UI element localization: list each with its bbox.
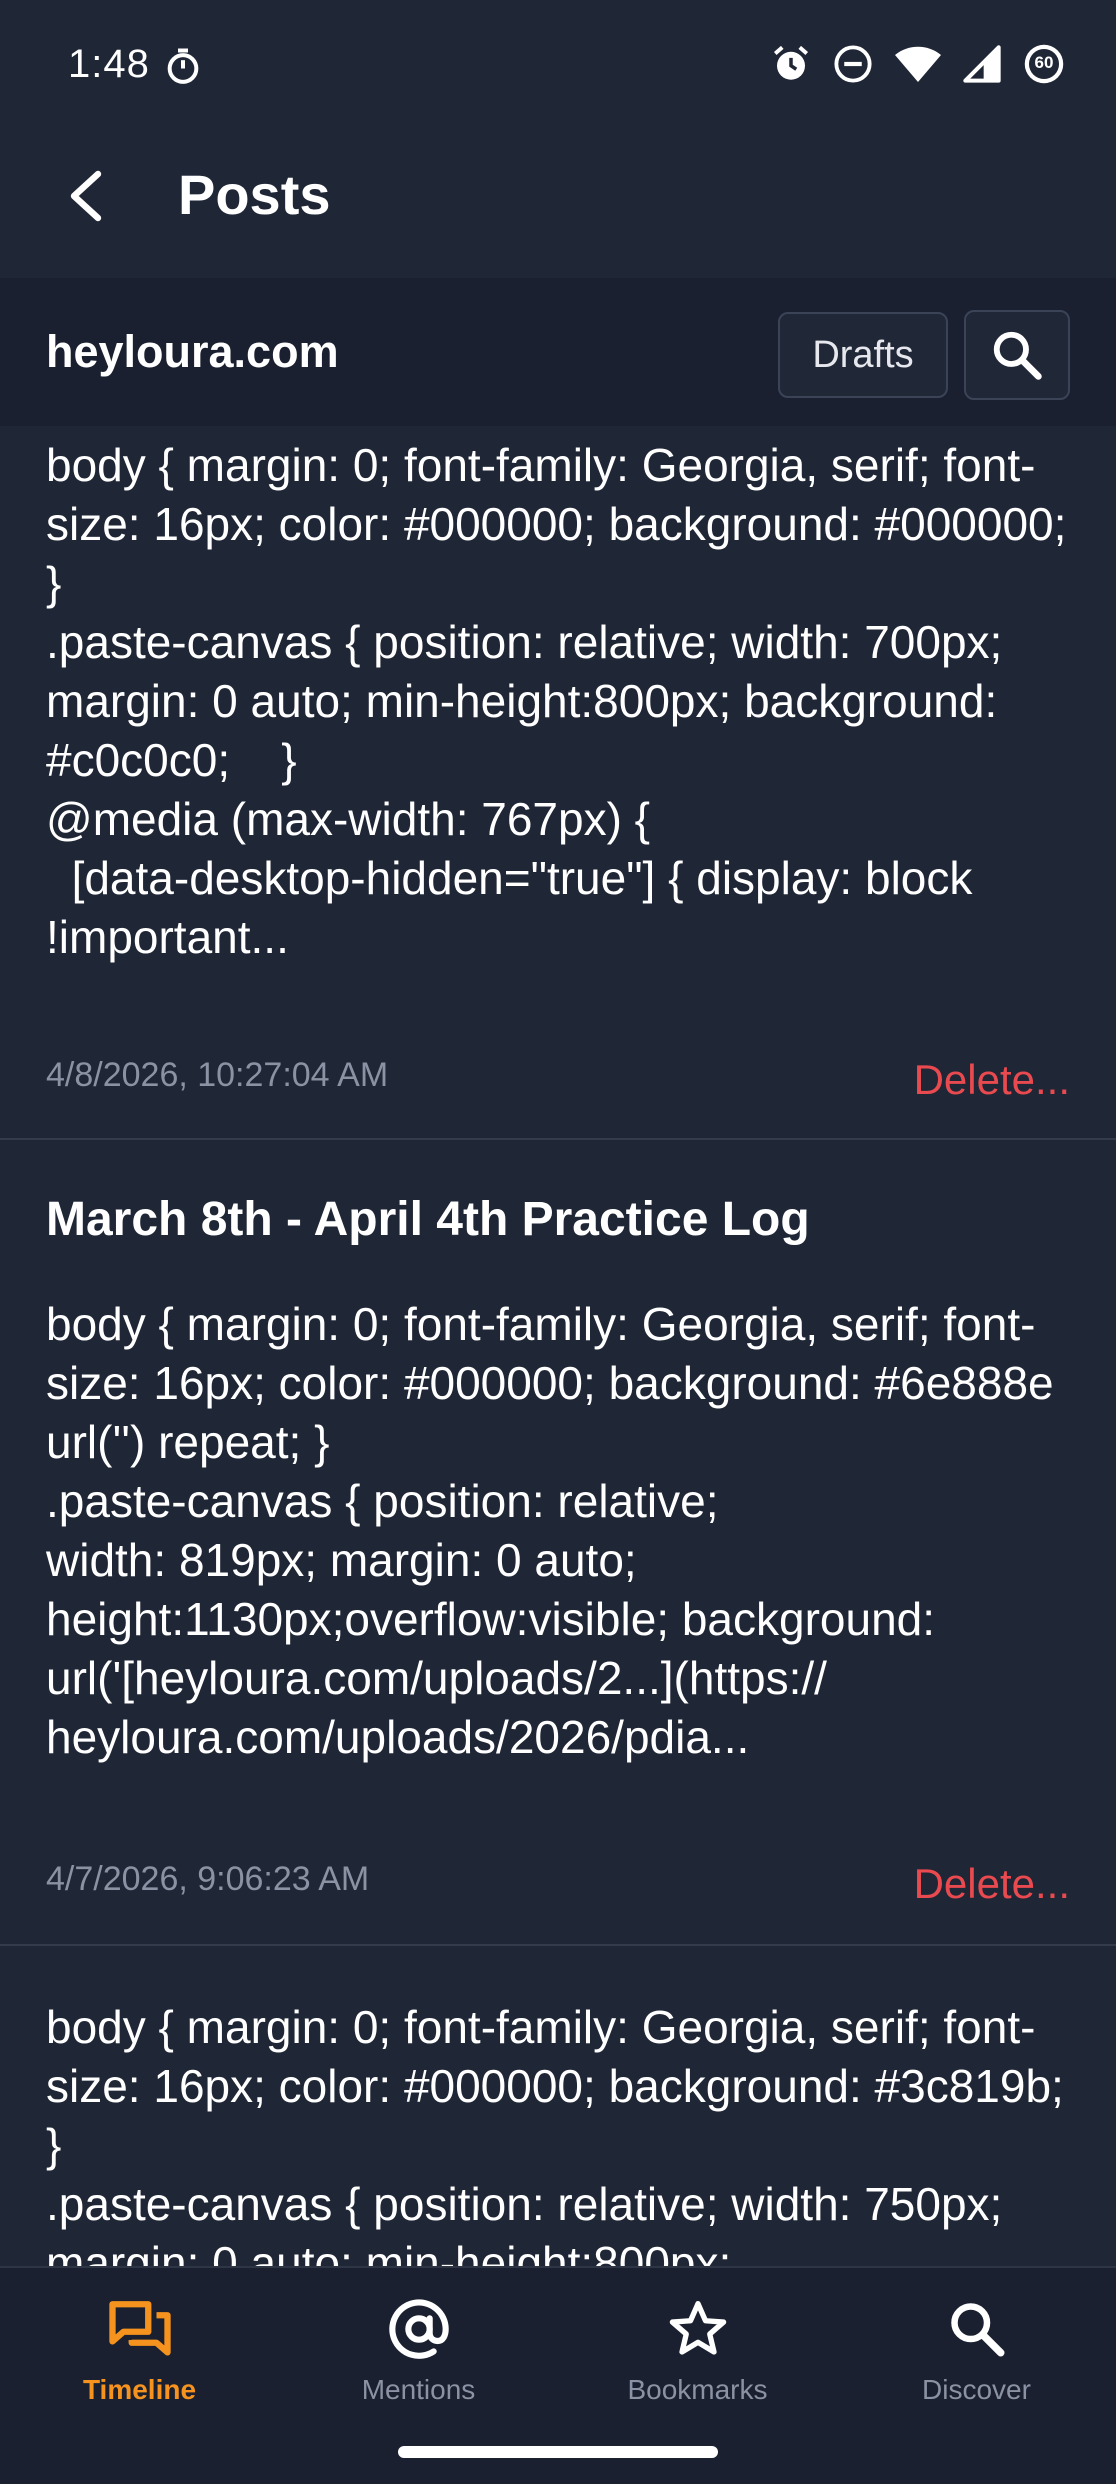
post-item[interactable]: body { margin: 0; font-family: Georgia, … xyxy=(0,1946,1116,2266)
timeline-icon xyxy=(108,2301,171,2356)
battery-level: 60 xyxy=(1034,53,1054,72)
post-date: 4/8/2026, 10:27:04 AM xyxy=(46,1056,389,1094)
timer-icon xyxy=(167,48,199,84)
nav-bookmarks[interactable]: Bookmarks xyxy=(558,2294,837,2414)
post-body: body { margin: 0; font-family: Georgia, … xyxy=(46,439,1067,963)
site-name: heyloura.com xyxy=(46,326,339,377)
drafts-button[interactable]: Drafts xyxy=(778,312,948,398)
nav-timeline[interactable]: Timeline xyxy=(0,2294,279,2414)
nav-label: Discover xyxy=(922,2374,1031,2405)
back-button[interactable] xyxy=(50,160,122,232)
post-title: March 8th - April 4th Practice Log xyxy=(46,1193,810,1246)
screen: 1:48 60 Posts heyloura.com Drafts body {… xyxy=(0,0,1116,2484)
do-not-disturb-icon xyxy=(834,45,872,83)
cellular-signal-icon xyxy=(963,45,1001,83)
post-item[interactable]: body { margin: 0; font-family: Georgia, … xyxy=(0,426,1116,1140)
status-bar: 1:48 60 xyxy=(0,0,1116,130)
wifi-icon xyxy=(895,46,941,82)
posts-list[interactable]: body { margin: 0; font-family: Georgia, … xyxy=(0,426,1116,2266)
post-body: body { margin: 0; font-family: Georgia, … xyxy=(46,1298,1054,1763)
delete-button[interactable]: Delete... xyxy=(914,1860,1070,1908)
post-date: 4/7/2026, 9:06:23 AM xyxy=(46,1860,370,1898)
search-icon xyxy=(993,331,1042,380)
gesture-handle[interactable] xyxy=(398,2446,718,2458)
back-arrow-icon xyxy=(70,170,102,222)
at-sign-icon xyxy=(388,2299,449,2359)
nav-mentions[interactable]: Mentions xyxy=(279,2294,558,2414)
search-icon xyxy=(950,2303,1004,2357)
status-icons: 60 xyxy=(770,40,1066,88)
post-meta: 4/7/2026, 9:06:23 AM Delete... xyxy=(0,1790,1116,1940)
post-body: body { margin: 0; font-family: Georgia, … xyxy=(46,2001,1064,2266)
nav-label: Mentions xyxy=(361,2374,476,2405)
site-bar: heyloura.com Drafts xyxy=(0,278,1116,426)
star-icon xyxy=(669,2301,726,2355)
battery-icon: 60 xyxy=(1022,42,1066,86)
post-meta: 4/8/2026, 10:27:04 AM Delete... xyxy=(0,986,1116,1136)
search-posts-button[interactable] xyxy=(964,310,1070,400)
nav-label: Bookmarks xyxy=(627,2374,768,2405)
post-item[interactable]: March 8th - April 4th Practice Log body … xyxy=(0,1140,1116,1946)
app-bar: Posts xyxy=(0,130,1116,278)
nav-discover[interactable]: Discover xyxy=(837,2294,1116,2414)
nav-label: Timeline xyxy=(82,2374,197,2405)
alarm-icon xyxy=(773,45,809,80)
bottom-navigation: Timeline Mentions Bookmarks Discover xyxy=(0,2266,1116,2484)
page-title: Posts xyxy=(178,163,331,226)
delete-button[interactable]: Delete... xyxy=(914,1056,1070,1104)
status-time: 1:48 xyxy=(68,42,150,86)
